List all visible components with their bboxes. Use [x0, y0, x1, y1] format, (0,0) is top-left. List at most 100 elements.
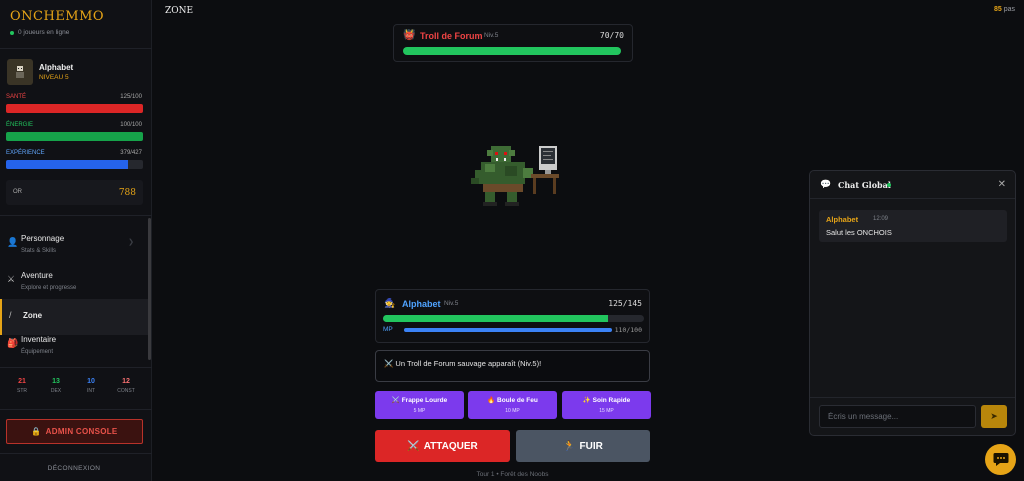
combat-log: ⚔️ Un Troll de Forum sauvage apparaît (N…: [375, 350, 650, 382]
combat-player-level: Niv.5: [444, 300, 459, 307]
skill-cost: 10 MP: [505, 408, 520, 414]
chat-message-time: 12:09: [873, 216, 889, 222]
divider: [0, 215, 152, 216]
chat-input[interactable]: [819, 405, 976, 428]
enemy-name: Troll de Forum: [420, 31, 483, 41]
nav-personnage[interactable]: 👤 Personnage Stats & Skills ❯: [0, 226, 148, 262]
send-button[interactable]: ➤: [981, 405, 1007, 428]
xp-bar-fill: [6, 160, 128, 169]
divider: [0, 409, 152, 410]
enemy-level: Niv.5: [484, 32, 499, 39]
swords-icon: ⚔: [7, 274, 16, 284]
attr-const-value: 12: [122, 378, 130, 385]
chat-message-user[interactable]: Alphabet: [826, 215, 858, 224]
chevron-right-icon: ❯: [128, 239, 134, 246]
combat-player-hp: 125/145: [608, 299, 642, 308]
steps-value: 85: [993, 6, 1002, 13]
nav-inventaire[interactable]: 🎒 Inventaire Équipement: [0, 327, 148, 363]
player-summary: Alphabet NIVEAU 5: [7, 59, 73, 85]
attr-dex-value: 13: [52, 378, 60, 385]
combat-player-name: Alphabet: [402, 299, 441, 309]
health-label: SANTÉ: [6, 94, 27, 100]
online-dot: [10, 30, 14, 35]
avatar: [7, 59, 33, 85]
mp-bar-fill: [404, 328, 612, 332]
divider: [0, 453, 152, 454]
online-count: 0 joueurs en ligne: [18, 29, 70, 36]
mp-label: MP: [383, 326, 393, 333]
demon-icon: 👹: [403, 30, 416, 41]
energy-bar-fill: [6, 132, 143, 141]
online-dot: [887, 183, 891, 187]
player-name: Alphabet: [39, 63, 74, 72]
skill-name: ⚔️ Frappe Lourde: [391, 397, 448, 404]
energy-label: ÉNERGIE: [6, 122, 34, 128]
sword-icon: /: [9, 310, 12, 320]
wizard-icon: 🧙: [384, 298, 396, 308]
crossed-swords-icon: ⚔️: [407, 440, 420, 452]
nav-inventaire-sub: Équipement: [21, 349, 54, 355]
chat-footer: ➤: [810, 397, 1015, 435]
chat-panel: 💬 Chat Global ✕ Alphabet 12:09 Salut les…: [809, 170, 1016, 436]
divider: [0, 48, 152, 49]
attr-str: 21 STR: [10, 378, 34, 394]
xp-bar: [6, 160, 143, 169]
health-bar: [6, 104, 143, 113]
attack-label: ATTAQUER: [423, 440, 478, 452]
gold-value: 788: [118, 188, 136, 198]
skill-name: ✨ Soin Rapide: [582, 397, 631, 404]
attr-str-value: 21: [18, 378, 26, 385]
mp-value: 110/100: [614, 326, 642, 334]
attack-button[interactable]: ⚔️ ATTAQUER: [375, 430, 510, 462]
admin-console-label: ADMIN CONSOLE: [45, 427, 118, 436]
flee-button[interactable]: 🏃 FUIR: [516, 430, 650, 462]
nav-aventure[interactable]: ⚔ Aventure Explore et progresse: [0, 263, 148, 299]
page-title: ZONE: [165, 6, 194, 16]
chat-message: Alphabet 12:09 Salut les ONCHOIS: [819, 210, 1007, 242]
attr-dex-name: DEX: [50, 388, 62, 394]
steps-counter: 85 pas: [994, 6, 1015, 13]
divider: [0, 367, 152, 368]
nav-zone-title: Zone: [23, 311, 43, 320]
attr-int-name: INT: [86, 388, 96, 394]
skill-frappe-lourde-button[interactable]: ⚔️ Frappe Lourde 5 MP: [375, 391, 464, 419]
player-combat-card: 🧙 Alphabet Niv.5 125/145 MP 110/100: [375, 289, 650, 343]
attr-str-name: STR: [17, 388, 27, 394]
enemy-hp-bar-fill: [403, 47, 621, 55]
chat-bubble-icon: [993, 453, 1008, 466]
enemy-hp-bar: [403, 47, 621, 55]
health-bar-fill: [6, 104, 143, 113]
combat-player-hp-bar-fill: [383, 315, 608, 322]
logout-button[interactable]: DÉCONNEXION: [0, 465, 148, 472]
xp-value: 379/427: [120, 150, 142, 156]
close-icon[interactable]: ✕: [998, 179, 1006, 190]
gold-box: OR 788: [6, 180, 143, 205]
brand-logo[interactable]: ONCHEMMO: [10, 9, 104, 24]
running-icon: 🏃: [563, 440, 576, 452]
chat-toggle-button[interactable]: [985, 444, 1016, 475]
chat-message-text: Salut les ONCHOIS: [826, 228, 892, 237]
nav-personnage-title: Personnage: [21, 234, 65, 243]
sidebar-scrollbar[interactable]: [148, 218, 151, 360]
nav-aventure-title: Aventure: [21, 271, 53, 280]
skill-cost: 15 MP: [599, 408, 614, 414]
mp-bar: [404, 328, 612, 332]
attr-const-name: CONST: [117, 388, 135, 394]
chat-header: 💬 Chat Global ✕: [810, 171, 1015, 199]
admin-console-button[interactable]: 🔒 ADMIN CONSOLE: [6, 419, 143, 444]
skill-boule-de-feu-button[interactable]: 🔥 Boule de Feu 10 MP: [468, 391, 557, 419]
skill-cost: 5 MP: [413, 408, 426, 414]
nav-aventure-sub: Explore et progresse: [21, 285, 77, 291]
person-icon: 👤: [7, 237, 19, 247]
turn-info: Tour 1 • Forêt des Noobs: [476, 471, 549, 478]
skill-soin-rapide-button[interactable]: ✨ Soin Rapide 15 MP: [562, 391, 651, 419]
backpack-icon: 🎒: [7, 338, 19, 348]
combat-player-hp-bar: [383, 315, 644, 322]
attr-dex: 13 DEX: [44, 378, 68, 394]
player-level: NIVEAU 5: [39, 74, 69, 81]
online-status: 0 joueurs en ligne: [10, 29, 69, 36]
attr-const: 12 CONST: [114, 378, 138, 394]
chat-title: Chat Global: [838, 180, 891, 190]
energy-bar: [6, 132, 143, 141]
character-icon: [16, 66, 24, 78]
